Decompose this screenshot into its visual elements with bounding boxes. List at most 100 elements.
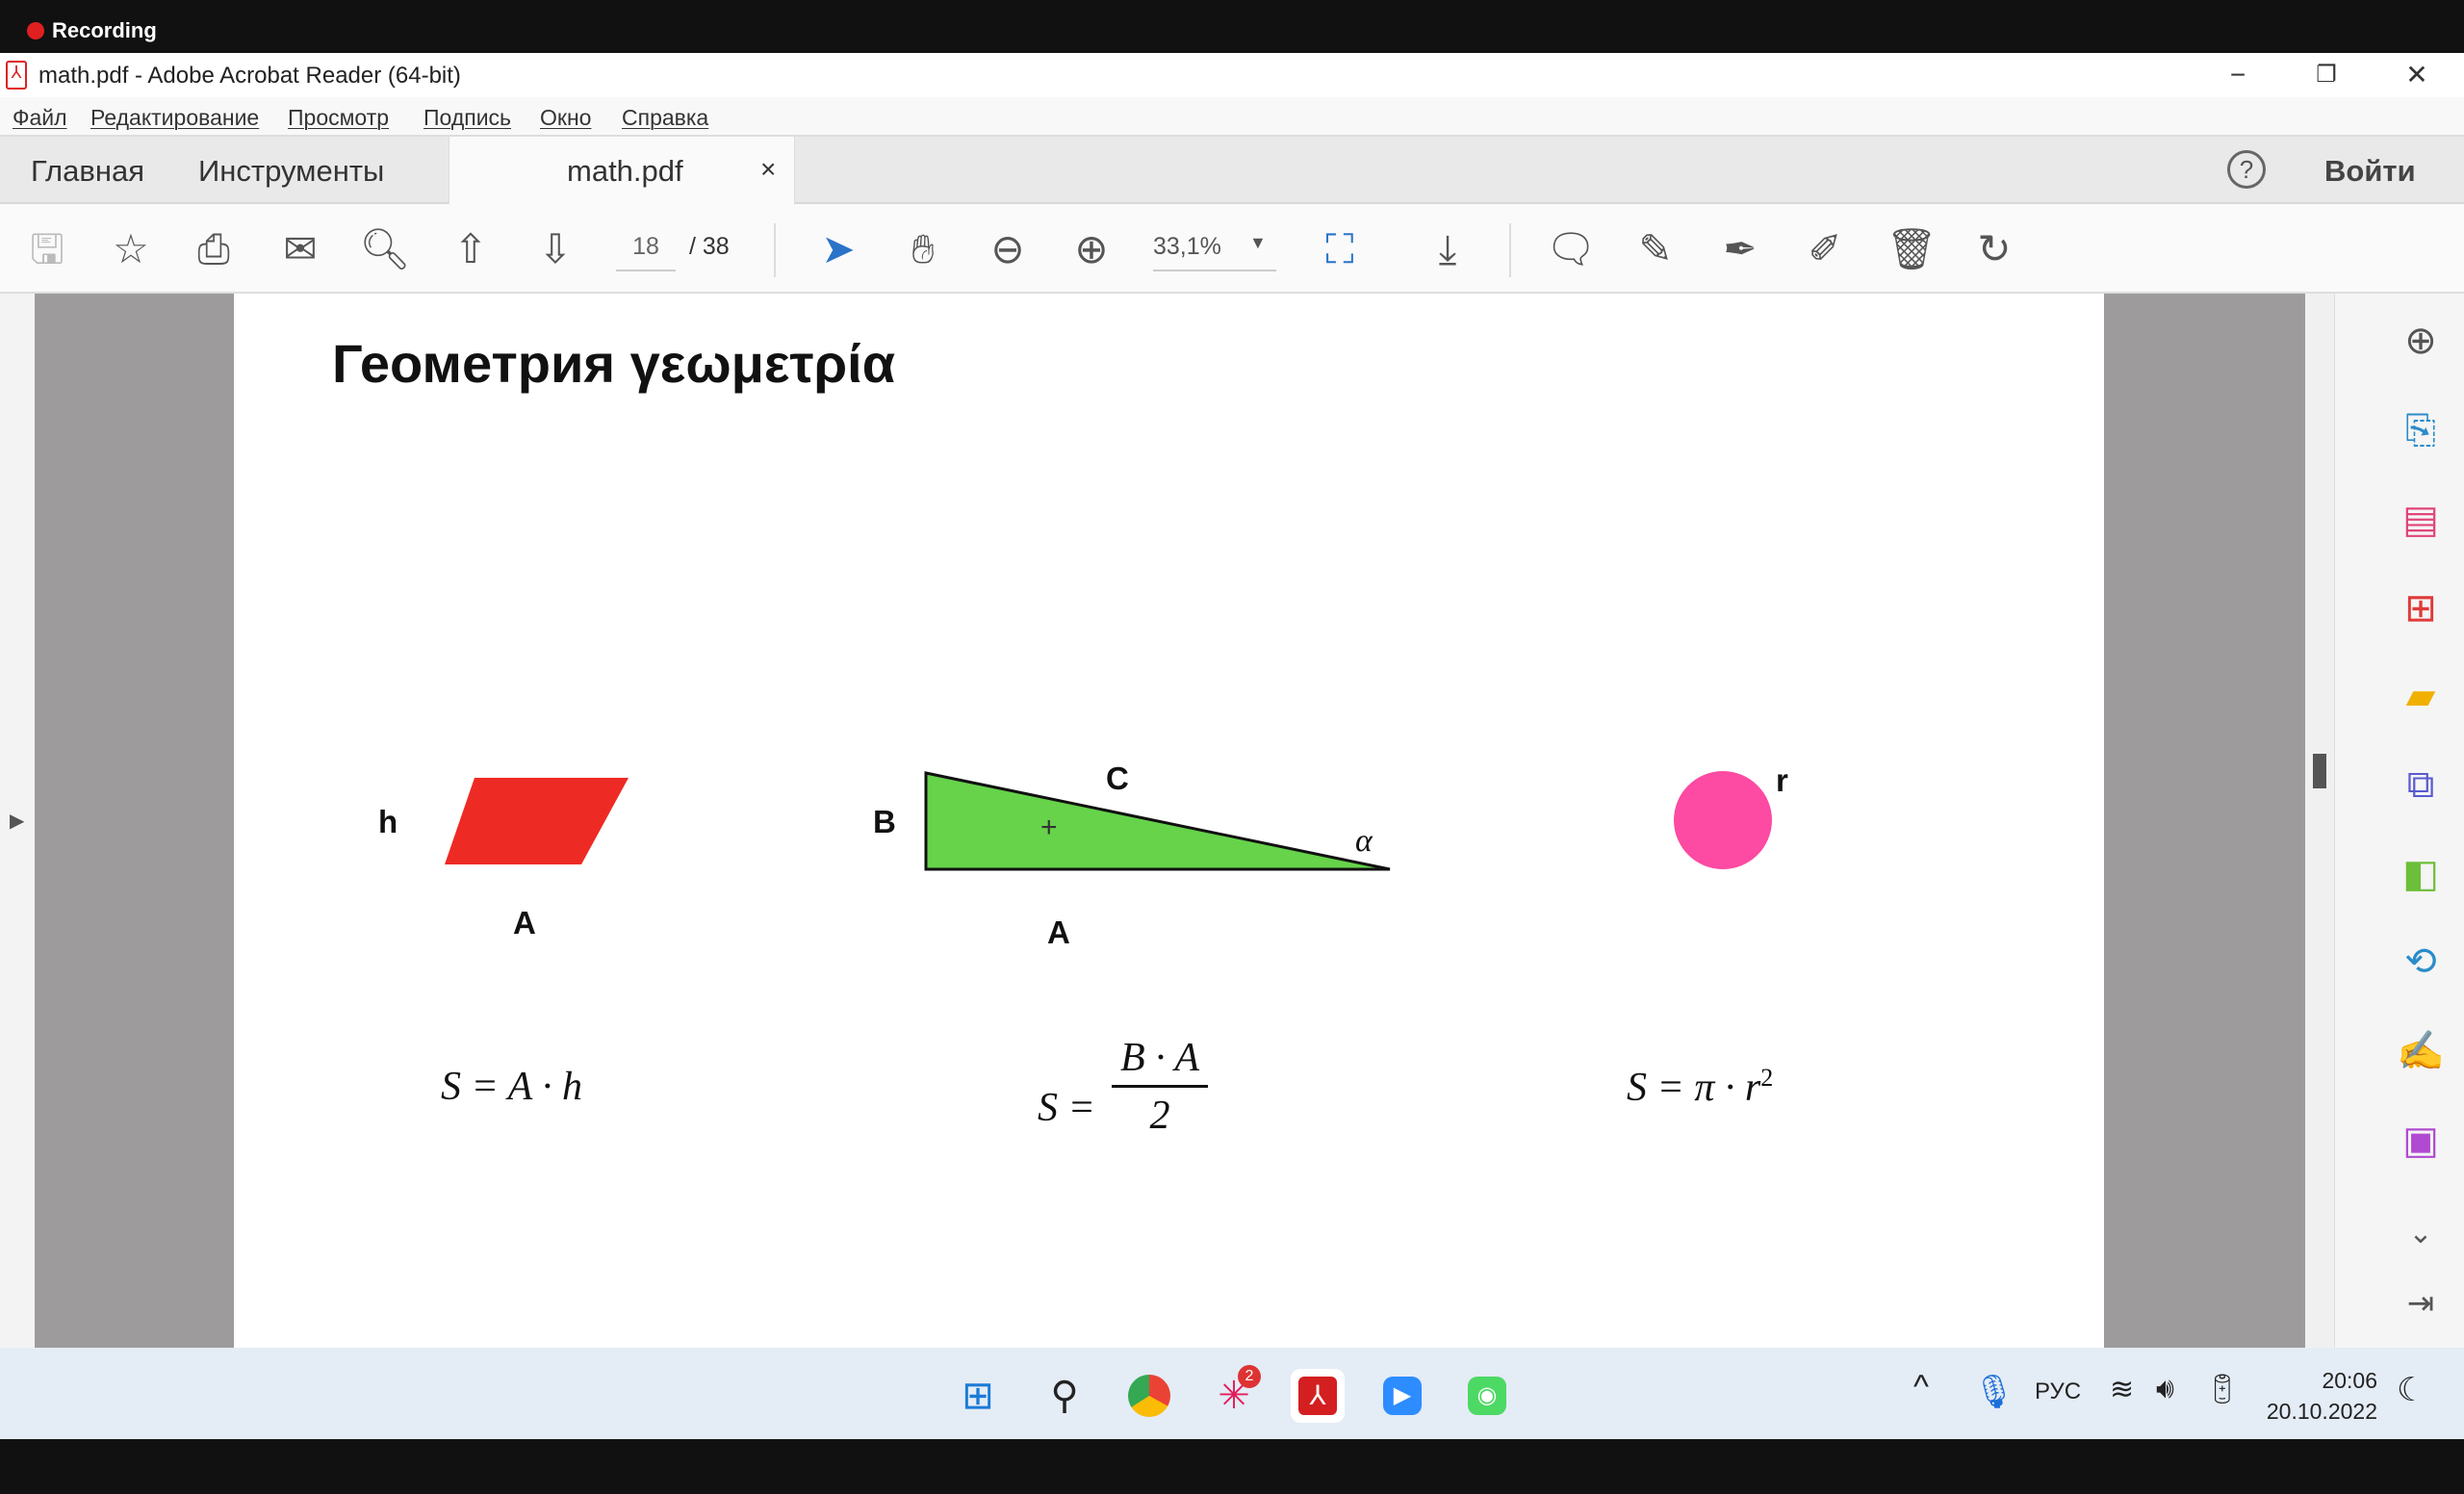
time: 20:06 [2322, 1368, 2377, 1393]
bookmark-star-icon[interactable]: ☆ [105, 223, 157, 275]
rotate-icon[interactable]: ↻ [1968, 223, 2020, 275]
formula-denominator: 2 [1149, 1094, 1170, 1138]
chevron-up-icon[interactable]: ^ [1913, 1369, 1929, 1406]
help-icon[interactable]: ? [2227, 150, 2266, 189]
acrobat-logo-icon: ⅄ [6, 61, 27, 90]
toolbar-divider [774, 223, 776, 277]
close-tab-button[interactable]: × [760, 154, 776, 185]
prev-page-icon[interactable]: ⇧ [445, 223, 497, 275]
more-tools-icon[interactable]: ▣ [2395, 1115, 2447, 1167]
pdf-page: Геометрия γεωμετρία + h A B C α A r S = … [234, 294, 2104, 1348]
scroll-mode-icon[interactable]: ⤓ [1422, 223, 1474, 275]
formula-circle: S = π · r2 [1627, 1064, 1773, 1111]
zoom-app-icon[interactable]: ▶ [1375, 1369, 1429, 1423]
trash-icon[interactable]: 🗑︎ [1886, 223, 1938, 275]
hand-tool-icon[interactable]: ✋︎ [897, 223, 949, 275]
parallelogram-shape [445, 778, 629, 864]
tab-home[interactable]: Главная [31, 154, 144, 189]
tab-tools[interactable]: Инструменты [198, 154, 384, 189]
menu-file[interactable]: Файл [13, 105, 67, 131]
sign-icon[interactable]: ✒ [1714, 223, 1766, 275]
page-number-input[interactable]: 18 [616, 233, 676, 271]
toolbar: 🖫 ☆ ⎙ ✉ 🔍︎ ⇧ ⇩ 18 / 38 ➤ ✋︎ ⊖ ⊕ 33,1% ▼ ⛶… [0, 204, 2464, 294]
title-bar: ⅄ math.pdf - Adobe Acrobat Reader (64-bi… [0, 53, 2464, 97]
menu-view[interactable]: Просмотр [288, 105, 389, 131]
label-r: r [1776, 762, 1788, 798]
chevron-down-icon: ▼ [1249, 233, 1267, 252]
formula-parallelogram: S = A · h [441, 1065, 582, 1109]
highlight-pen-icon[interactable]: ✎ [1630, 223, 1681, 275]
label-a: A [1047, 914, 1070, 950]
window-title: math.pdf - Adobe Acrobat Reader (64-bit) [38, 63, 461, 89]
volume-icon[interactable]: 🔊︎ [2156, 1373, 2174, 1405]
search-icon[interactable]: ⚲ [1038, 1369, 1091, 1423]
minimize-button[interactable]: − [2194, 53, 2281, 97]
signin-button[interactable]: Войти [2324, 154, 2416, 189]
wifi-icon[interactable]: ≋ [2110, 1373, 2134, 1406]
clock[interactable]: 20:06 20.10.2022 [2252, 1365, 2377, 1427]
menu-window[interactable]: Окно [540, 105, 591, 131]
label-a: A [513, 905, 536, 940]
battery-charging-icon[interactable]: 🔋︎ [2204, 1373, 2241, 1406]
circle-shape [1674, 771, 1772, 869]
vertical-scrollbar[interactable]: ◀ [2305, 294, 2359, 1348]
formula-numerator: B · A [1112, 1035, 1208, 1088]
combine-files-icon[interactable]: ⧉ [2395, 759, 2447, 811]
compress-pdf-icon[interactable]: ◧ [2395, 848, 2447, 900]
tab-document-label: math.pdf [567, 154, 683, 188]
menu-edit[interactable]: Редактирование [90, 105, 259, 131]
collapse-panel-icon[interactable]: ⇥ [2395, 1277, 2447, 1329]
language-indicator[interactable]: РУС [2035, 1378, 2081, 1405]
zoom-out-icon[interactable]: ⊖ [982, 223, 1034, 275]
create-pdf-icon[interactable]: ⊞ [2395, 582, 2447, 634]
organize-pages-icon[interactable]: ▤ [2395, 494, 2447, 546]
screen-recorder-icon[interactable]: ◉ [1460, 1369, 1514, 1423]
tab-document[interactable]: math.pdf × [449, 137, 795, 206]
menu-sign[interactable]: Подпись [424, 105, 511, 131]
chevron-down-icon[interactable]: ⌄ [2395, 1208, 2447, 1260]
fill-sign-icon[interactable]: ✍ [2395, 1025, 2447, 1077]
scrollbar-thumb[interactable] [2313, 754, 2326, 788]
left-panel-toggle[interactable]: ▶ [0, 294, 35, 1348]
slack-icon[interactable]: ✳ 2 [1207, 1365, 1261, 1423]
close-window-button[interactable]: ✕ [2374, 53, 2460, 97]
shapes [445, 771, 1772, 871]
edit-document-icon[interactable]: ✐ [1799, 223, 1851, 275]
document-area: ▶ Геометрия γεωμετρία + h A B C α A r S … [0, 294, 2464, 1348]
fit-page-icon[interactable]: ⛶ [1314, 223, 1366, 275]
formula-triangle-lhs: S = [1038, 1086, 1095, 1130]
page-total: / 38 [689, 233, 730, 260]
zoom-value: 33,1% [1153, 233, 1221, 260]
select-cursor-icon[interactable]: ➤ [812, 223, 864, 275]
save-icon[interactable]: 🖫 [21, 223, 73, 275]
next-page-icon[interactable]: ⇩ [529, 223, 581, 275]
menu-help[interactable]: Справка [622, 105, 708, 131]
zoom-level-select[interactable]: 33,1% ▼ [1153, 233, 1276, 271]
recording-dot-icon [27, 22, 44, 39]
email-icon[interactable]: ✉ [274, 223, 326, 275]
search-icon[interactable]: 🔍︎ [359, 223, 411, 275]
zoom-tool-icon[interactable]: ⊕ [2395, 315, 2447, 367]
acrobat-taskbar-icon[interactable]: ⅄ [1291, 1369, 1345, 1423]
menu-bar: Файл Редактирование Просмотр Подпись Окн… [0, 97, 2464, 137]
print-icon[interactable]: ⎙ [188, 223, 240, 275]
comment-tool-icon[interactable]: ▰ [2395, 670, 2447, 722]
label-h: h [378, 804, 398, 839]
right-tools-panel: ⊕ ⎘ ▤ ⊞ ▰ ⧉ ◧ ⟲ ✍ ▣ ⌄ ⇥ [2334, 294, 2464, 1348]
zoom-in-icon[interactable]: ⊕ [1065, 223, 1117, 275]
date: 20.10.2022 [2266, 1399, 2377, 1424]
notification-badge: 2 [1238, 1365, 1261, 1388]
expand-right-icon: ▶ [10, 811, 25, 832]
chrome-icon[interactable] [1122, 1369, 1176, 1423]
send-review-icon[interactable]: ⟲ [2395, 936, 2447, 988]
export-pdf-icon[interactable]: ⎘ [2395, 404, 2447, 456]
focus-moon-icon[interactable]: ☾ [2397, 1371, 2426, 1409]
recording-label: Recording [52, 18, 157, 42]
taskbar: ⊞ ⚲ ✳ 2 ⅄ ▶ ◉ ^ 🎙︎ РУС ≋ 🔊︎ 🔋︎ 20:06 20.10… [0, 1348, 2464, 1439]
restore-button[interactable]: ❐ [2283, 53, 2370, 97]
microphone-icon[interactable]: 🎙︎ [1973, 1373, 2015, 1411]
label-b: B [873, 804, 896, 839]
formula-exponent: 2 [1760, 1064, 1774, 1092]
windows-start-icon[interactable]: ⊞ [951, 1369, 1005, 1423]
comment-icon[interactable]: 🗨︎ [1545, 223, 1597, 275]
